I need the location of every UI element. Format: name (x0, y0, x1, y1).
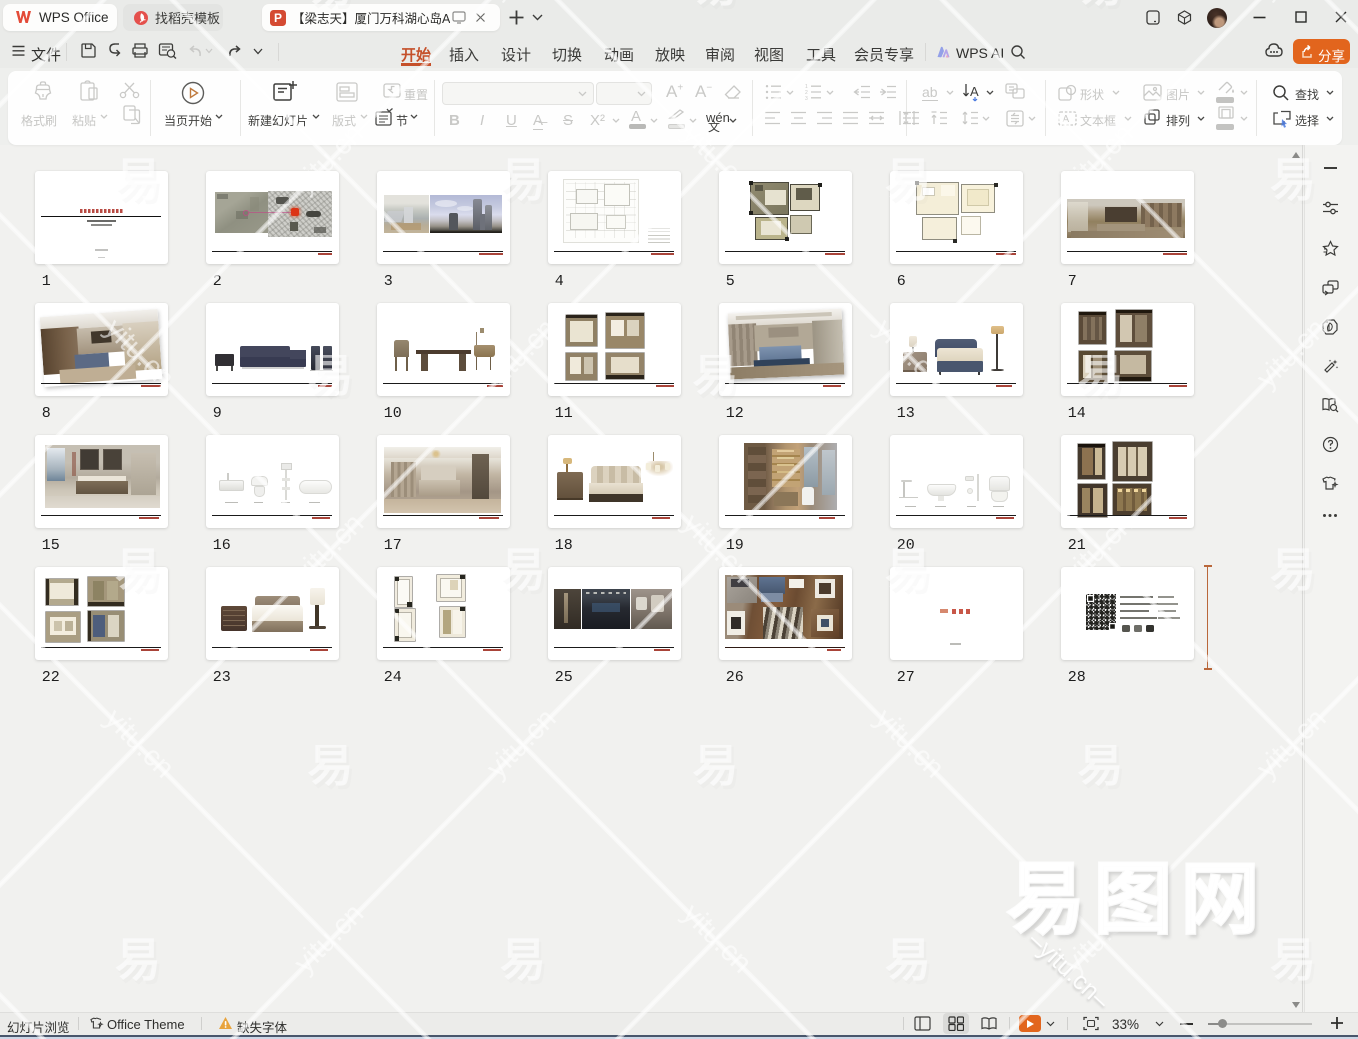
svg-text:3: 3 (805, 96, 808, 100)
svg-text:A: A (970, 84, 979, 99)
svg-text:A: A (1063, 114, 1070, 125)
